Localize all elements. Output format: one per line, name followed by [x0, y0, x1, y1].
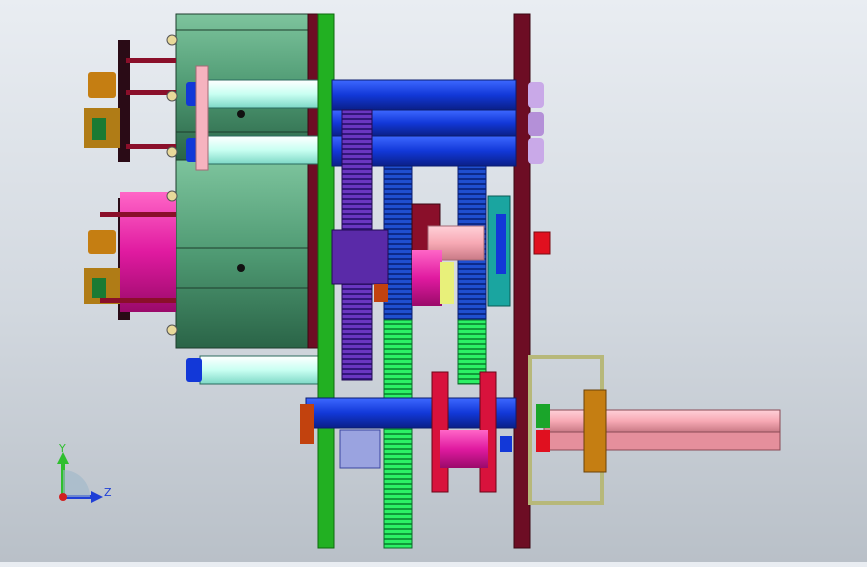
- standoff-lower: [186, 355, 323, 385]
- spacer-pink: [195, 65, 209, 171]
- cad-viewport[interactable]: [0, 0, 867, 562]
- output-shaft: [536, 389, 781, 473]
- motor-housing-lower: [175, 159, 309, 349]
- coordinate-triad: [57, 452, 103, 503]
- encoder-board-upper: [84, 34, 178, 162]
- encoder-board-lower: [84, 190, 178, 336]
- sprocket-pair: [339, 371, 512, 493]
- axis-z-label: Z: [104, 486, 112, 499]
- gear-green-1: [383, 319, 413, 549]
- axis-y-label: Y: [59, 442, 66, 455]
- shaft-upper: [331, 79, 544, 111]
